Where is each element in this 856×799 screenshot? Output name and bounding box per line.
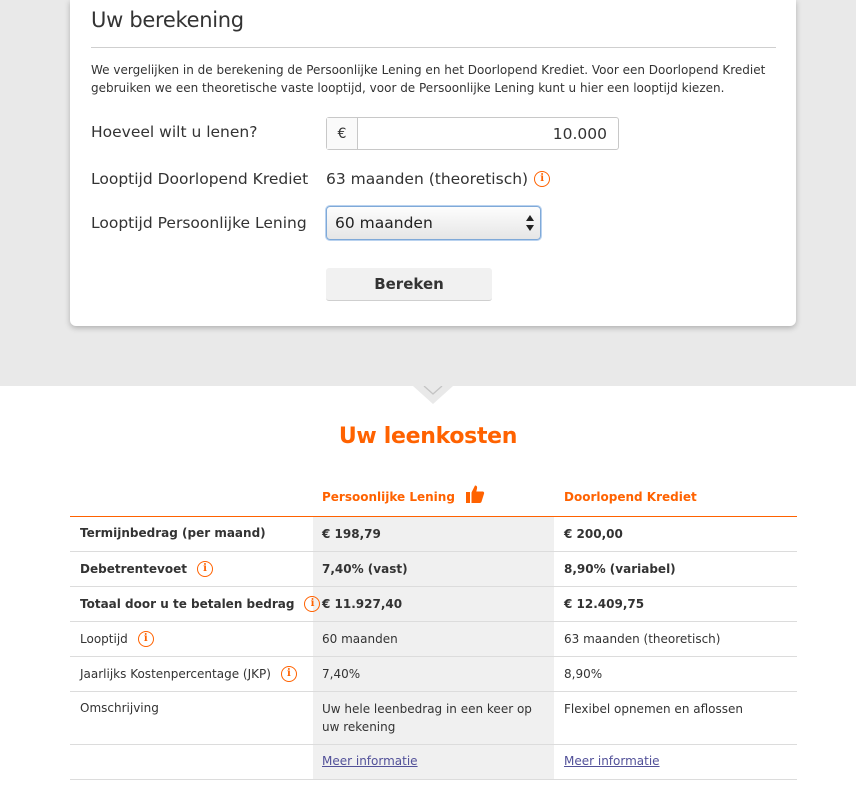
table-row: Looptijd i 60 maanden 63 maanden (theoret… (70, 622, 797, 657)
table-row: Debetrentevoet i 7,40% (vast) 8,90% (vari… (70, 552, 797, 587)
personal-loan-value: € 198,79 (322, 527, 381, 541)
personal-loan-value: Uw hele leenbedrag in een keer op uw rek… (322, 702, 532, 734)
table-row: Meer informatie Meer informatie (70, 745, 797, 780)
revolving-credit-value: 8,90% (564, 667, 603, 681)
calculator-card: Uw berekening We vergelijken in de berek… (70, 0, 796, 326)
column-header-revolving-credit: Doorlopend Krediet (564, 490, 697, 504)
personal-loan-value: 60 maanden (322, 632, 398, 646)
row-label: Jaarlijks Kostenpercentage (JKP) i (80, 665, 297, 683)
more-info-link[interactable]: Meer informatie (322, 754, 418, 768)
personal-term-label: Looptijd Persoonlijke Lening (91, 214, 307, 232)
calculate-button[interactable]: Bereken (326, 268, 492, 301)
results-title: Uw leenkosten (338, 424, 518, 449)
title-divider (91, 47, 776, 48)
amount-field: € (326, 117, 619, 150)
info-icon[interactable]: i (304, 596, 321, 612)
revolving-term-value: 63 maanden (theoretisch) (326, 170, 529, 188)
revolving-credit-value: € 200,00 (564, 527, 623, 541)
info-icon[interactable]: i (534, 171, 551, 187)
revolving-credit-value: 8,90% (variabel) (564, 562, 676, 576)
personal-term-selected: 60 maanden (335, 214, 433, 232)
select-arrows-icon (526, 215, 534, 231)
info-icon[interactable]: i (196, 561, 213, 577)
row-label: Omschrijving (80, 701, 159, 715)
more-info-link[interactable]: Meer informatie (564, 754, 660, 768)
thumbs-up-icon (465, 485, 485, 503)
currency-symbol: € (327, 118, 358, 149)
revolving-credit-value: Flexibel opnemen en aflossen (564, 702, 743, 716)
info-icon[interactable]: i (137, 631, 154, 647)
calculator-intro: We vergelijken in de berekening de Perso… (91, 63, 766, 95)
personal-loan-value: 7,40% (322, 667, 361, 681)
table-row: Jaarlijks Kostenpercentage (JKP) i 7,40% … (70, 657, 797, 692)
table-row: Omschrijving Uw hele leenbedrag in een k… (70, 692, 797, 745)
personal-loan-more-info: Meer informatie (322, 752, 542, 770)
personal-loan-value: 7,40% (vast) (322, 562, 408, 576)
row-label: Totaal door u te betalen bedrag i (80, 595, 321, 613)
personal-loan-value: € 11.927,40 (322, 597, 403, 611)
table-row: Termijnbedrag (per maand) € 198,79 € 200… (70, 517, 797, 552)
row-label: Termijnbedrag (per maand) (80, 526, 266, 540)
section-arrow-icon (413, 386, 453, 404)
revolving-term-label: Looptijd Doorlopend Krediet (91, 170, 309, 188)
revolving-credit-value: € 12.409,75 (564, 597, 645, 611)
amount-input[interactable] (358, 118, 618, 149)
column-header-personal-loan-label: Persoonlijke Lening (322, 490, 455, 504)
row-label: Looptijd i (80, 630, 154, 648)
personal-term-select[interactable]: 60 maanden (326, 206, 541, 240)
amount-label: Hoeveel wilt u lenen? (91, 123, 258, 141)
row-label: Debetrentevoet i (80, 560, 213, 578)
revolving-credit-more-info: Meer informatie (564, 752, 784, 770)
column-header-personal-loan: Persoonlijke Lening (322, 485, 485, 504)
revolving-term-value-row: 63 maanden (theoretisch) i (326, 170, 551, 188)
revolving-credit-value: 63 maanden (theoretisch) (564, 632, 721, 646)
calculator-title: Uw berekening (91, 8, 244, 32)
info-icon[interactable]: i (280, 666, 297, 682)
table-row: Totaal door u te betalen bedrag i € 11.92… (70, 587, 797, 622)
